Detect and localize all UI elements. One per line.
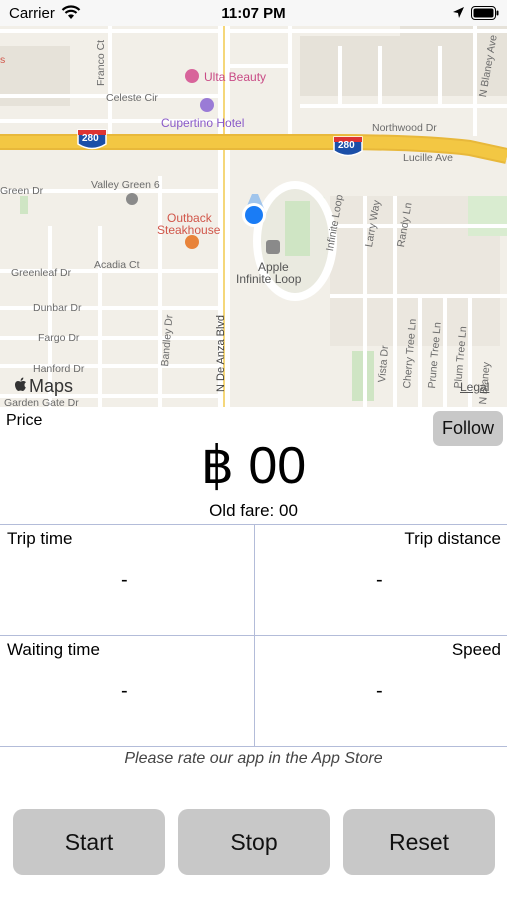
speed-value: - bbox=[376, 680, 383, 702]
map-label: Acadia Ct bbox=[94, 259, 140, 271]
map-label: Fargo Dr bbox=[38, 332, 80, 344]
status-bar: Carrier 11:07 PM bbox=[0, 0, 507, 26]
legal-link[interactable]: Legal bbox=[460, 380, 489, 394]
highway-shield-label: 280 bbox=[338, 140, 355, 151]
map-label: Valley Green 6 bbox=[91, 179, 160, 191]
map-label: s bbox=[0, 54, 6, 66]
divider bbox=[254, 524, 255, 746]
map-label: Lucille Ave bbox=[403, 152, 454, 164]
price-label: Price bbox=[6, 412, 43, 429]
battery-icon bbox=[471, 6, 499, 25]
waiting-time-value: - bbox=[121, 680, 128, 702]
map-view[interactable]: Franco Ct Celeste Cir Ulta Beauty Cupert… bbox=[0, 26, 507, 407]
waiting-time-label: Waiting time bbox=[7, 640, 100, 659]
map-label: Celeste Cir bbox=[106, 92, 158, 104]
trip-distance-value: - bbox=[376, 569, 383, 591]
apple-logo-icon bbox=[14, 376, 27, 397]
start-button[interactable]: Start bbox=[13, 809, 165, 875]
map-label: Franco Ct bbox=[95, 39, 107, 86]
map-label: Northwood Dr bbox=[372, 122, 437, 134]
map-label: Greenleaf Dr bbox=[11, 267, 72, 279]
trip-distance-label: Trip distance bbox=[404, 529, 501, 548]
old-fare-label: Old fare: 00 bbox=[209, 501, 298, 520]
reset-button[interactable]: Reset bbox=[343, 809, 495, 875]
map-poi-outback-line2[interactable]: Steakhouse bbox=[157, 223, 220, 237]
rate-app-link[interactable]: Please rate our app in the App Store bbox=[0, 750, 507, 768]
location-arrow-icon bbox=[452, 6, 465, 24]
map-label: N De Anza Blvd bbox=[215, 314, 227, 392]
maps-logo-text: Maps bbox=[29, 376, 74, 396]
price-value: ฿ 00 bbox=[200, 437, 307, 495]
trip-time-value: - bbox=[121, 569, 128, 591]
map-poi-apple-line2[interactable]: Infinite Loop bbox=[236, 272, 301, 286]
stop-button[interactable]: Stop bbox=[178, 809, 330, 875]
clock: 11:07 PM bbox=[221, 5, 286, 22]
map-label: Green Dr bbox=[0, 185, 44, 197]
maps-logo: Maps bbox=[14, 376, 73, 397]
speed-label: Speed bbox=[451, 640, 501, 659]
trip-time-label: Trip time bbox=[7, 529, 73, 548]
divider bbox=[0, 746, 507, 747]
map-poi-hotel[interactable]: Cupertino Hotel bbox=[161, 116, 244, 130]
highway-shield-label: 280 bbox=[82, 133, 99, 144]
map-poi-ulta[interactable]: Ulta Beauty bbox=[204, 70, 266, 84]
map-label: Hanford Dr bbox=[33, 363, 85, 375]
map-label: Garden Gate Dr bbox=[4, 397, 79, 407]
map-label: Dunbar Dr bbox=[33, 302, 82, 314]
